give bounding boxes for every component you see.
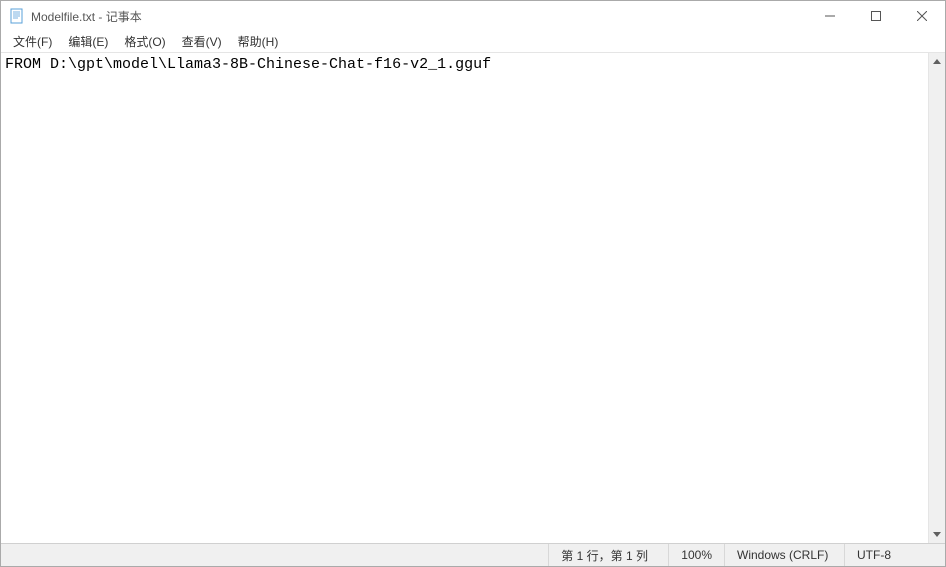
window-controls: [807, 1, 945, 31]
scroll-up-arrow-icon[interactable]: [929, 53, 946, 70]
menu-file[interactable]: 文件(F): [5, 31, 60, 52]
menu-edit[interactable]: 编辑(E): [60, 31, 116, 52]
statusbar: 第 1 行，第 1 列 100% Windows (CRLF) UTF-8: [1, 543, 945, 566]
editor-container: FROM D:\gpt\model\Llama3-8B-Chinese-Chat…: [1, 53, 945, 543]
status-spacer: [1, 544, 549, 566]
titlebar[interactable]: Modelfile.txt - 记事本: [1, 1, 945, 31]
menu-help[interactable]: 帮助(H): [230, 31, 287, 52]
minimize-button[interactable]: [807, 1, 853, 31]
notepad-icon: [9, 8, 25, 24]
close-button[interactable]: [899, 1, 945, 31]
status-cursor-position: 第 1 行，第 1 列: [549, 544, 669, 566]
text-editor[interactable]: FROM D:\gpt\model\Llama3-8B-Chinese-Chat…: [1, 53, 928, 543]
window-title: Modelfile.txt - 记事本: [31, 8, 807, 25]
menubar: 文件(F) 编辑(E) 格式(O) 查看(V) 帮助(H): [1, 31, 945, 53]
scroll-down-arrow-icon[interactable]: [929, 526, 946, 543]
menu-view[interactable]: 查看(V): [174, 31, 230, 52]
maximize-button[interactable]: [853, 1, 899, 31]
status-zoom: 100%: [669, 544, 725, 566]
notepad-window: Modelfile.txt - 记事本 文件(F) 编辑(E) 格式(O) 查看…: [0, 0, 946, 567]
menu-format[interactable]: 格式(O): [116, 31, 173, 52]
vertical-scrollbar[interactable]: [928, 53, 945, 543]
status-encoding: UTF-8: [845, 544, 945, 566]
status-line-ending: Windows (CRLF): [725, 544, 845, 566]
